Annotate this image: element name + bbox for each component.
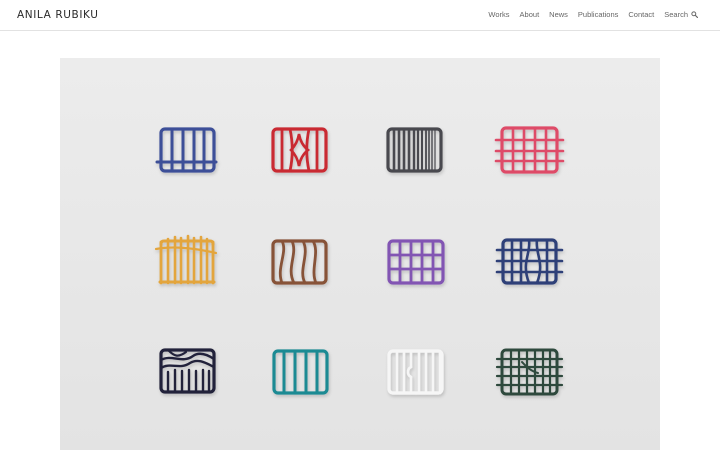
nav-news[interactable]: News	[549, 10, 568, 19]
nav-contact[interactable]: Contact	[628, 10, 654, 19]
artwork-red-window	[271, 127, 328, 173]
search-button[interactable]: Search	[664, 10, 698, 19]
artwork-white-bars	[387, 349, 444, 395]
nav-works[interactable]: Works	[488, 10, 509, 19]
artwork-blue-grid	[155, 127, 218, 173]
nav-publications[interactable]: Publications	[578, 10, 618, 19]
artwork-purple-grid	[387, 239, 445, 285]
site-header: ANILA RUBIKU Works About News Publicatio…	[0, 0, 720, 31]
artwork-brown-waves	[271, 239, 328, 285]
main-nav: Works About News Publications Contact Se…	[488, 10, 698, 19]
hero-artwork-image	[60, 58, 660, 450]
artwork-charcoal-bars	[386, 127, 443, 173]
artwork-green-grid	[495, 348, 564, 396]
artwork-black-waves	[159, 348, 216, 394]
artwork-mustard-bars	[154, 234, 218, 285]
artwork-navy-grid	[495, 238, 564, 285]
artwork-pink-grid	[494, 126, 565, 174]
search-label: Search	[664, 10, 688, 19]
nav-about[interactable]: About	[520, 10, 540, 19]
site-title[interactable]: ANILA RUBIKU	[17, 9, 99, 21]
artwork-grid	[154, 126, 565, 396]
artwork-teal-bars	[272, 349, 329, 395]
search-icon	[691, 11, 698, 18]
